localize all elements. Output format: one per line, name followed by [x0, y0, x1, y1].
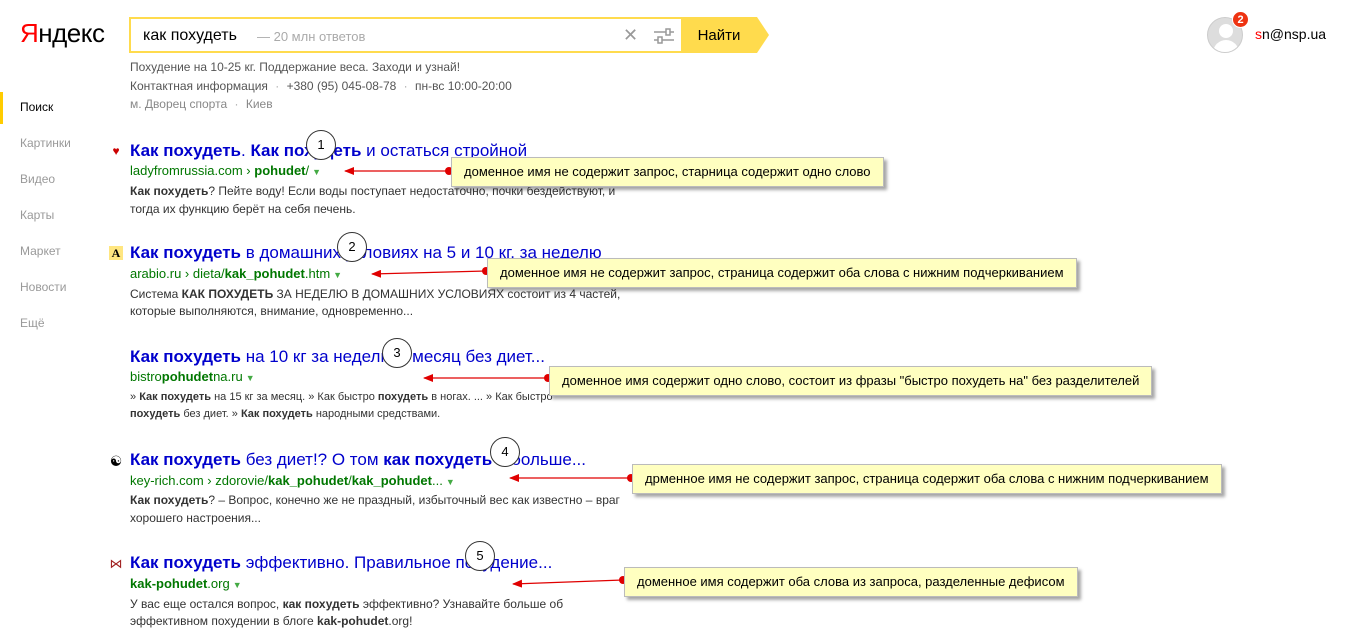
- contact-info-link[interactable]: Контактная информация: [130, 79, 268, 93]
- result-snippet: Как похудеть? – Вопрос, конечно же не пр…: [130, 493, 620, 507]
- result-url[interactable]: ladyfromrussia.com › pohudet/▼: [130, 163, 321, 178]
- annotation-number: 5: [465, 541, 495, 571]
- separator: ·: [403, 79, 408, 93]
- letter-a-icon: A: [109, 246, 123, 260]
- result-snippet: тогда их функцию берёт на себя печень.: [130, 202, 356, 216]
- annotation-number: 2: [337, 232, 367, 262]
- ad-hours: пн-вс 10:00-20:00: [415, 79, 512, 93]
- search-input[interactable]: как похудеть — 20 млн ответов ✕: [129, 17, 683, 53]
- triangle-down-icon[interactable]: ▼: [446, 477, 455, 487]
- sidebar-item-video[interactable]: Видео: [20, 172, 55, 186]
- ad-contacts: Контактная информация · +380 (95) 045-08…: [130, 79, 512, 93]
- result-title[interactable]: Как похудеть на 10 кг за неделю и месяц …: [130, 347, 545, 367]
- annotation-number: 1: [306, 130, 336, 160]
- result-url[interactable]: bistropohudetna.ru ▼: [130, 369, 255, 384]
- sidebar-item-news[interactable]: Новости: [20, 280, 66, 294]
- logo-text: ндекс: [38, 18, 105, 48]
- arrow-4: [509, 474, 635, 482]
- sliders-icon[interactable]: [653, 27, 675, 45]
- search-bar: как похудеть — 20 млн ответов ✕ Найти: [129, 17, 769, 53]
- annotation-number: 3: [382, 338, 412, 368]
- yandex-logo[interactable]: Яндекс: [20, 18, 105, 49]
- ad-city: Киев: [245, 97, 273, 111]
- result-snippet: которые выполняются, внимание, одновреме…: [130, 304, 414, 318]
- triangle-down-icon[interactable]: ▼: [233, 580, 242, 590]
- arrow-2: [371, 267, 490, 278]
- result-url[interactable]: key-rich.com › zdorovie/kak_pohudet/kak_…: [130, 473, 455, 488]
- arrow-5: [512, 576, 627, 588]
- separator: ·: [275, 79, 280, 93]
- ad-address: м. Дворец спорта · Киев: [130, 97, 273, 111]
- result-snippet: У вас еще остался вопрос, как похудеть э…: [130, 597, 564, 611]
- search-results-count: — 20 млн ответов: [257, 29, 366, 44]
- annotation-callout: доменное имя не содержит запрос, старниц…: [451, 157, 884, 187]
- result-snippet: » Как похудеть на 15 кг за месяц. » Как …: [130, 391, 553, 403]
- sidebar-item-market[interactable]: Маркет: [20, 244, 61, 258]
- yin-yang-icon: ☯: [109, 453, 123, 469]
- avatar-head: [1219, 24, 1233, 38]
- find-button-arrow[interactable]: [757, 17, 769, 53]
- heart-icon: ♥: [112, 144, 120, 158]
- avatar-body: [1213, 40, 1239, 52]
- annotation-callout: доменное имя содержит оба слова из запро…: [624, 567, 1078, 597]
- arrow-3: [423, 374, 552, 382]
- annotation-callout: дрменное имя не содержит запрос, страниц…: [632, 464, 1222, 494]
- sidebar-item-more[interactable]: Ещё: [20, 316, 45, 330]
- sidebar-item-search[interactable]: Поиск: [20, 100, 53, 114]
- login-rest: n@nsp.ua: [1262, 26, 1327, 42]
- bow-icon: ⋈: [109, 556, 123, 571]
- arrow-1: [344, 167, 453, 175]
- login-first-letter: s: [1255, 26, 1262, 42]
- close-icon[interactable]: ✕: [623, 25, 638, 46]
- result-snippet: хорошего настроения...: [130, 511, 261, 525]
- triangle-down-icon[interactable]: ▼: [246, 373, 255, 383]
- notification-badge[interactable]: 2: [1232, 11, 1249, 28]
- annotation-number: 4: [490, 437, 520, 467]
- user-login[interactable]: sn@nsp.ua: [1255, 26, 1326, 42]
- result-snippet: эффективном похудении в блоге kak-pohude…: [130, 614, 413, 628]
- result-url[interactable]: kak-pohudet.org ▼: [130, 576, 242, 591]
- sidebar-item-images[interactable]: Картинки: [20, 136, 71, 150]
- sidebar-item-maps[interactable]: Карты: [20, 208, 54, 222]
- ad-text: Похудение на 10-25 кг. Поддержание веса.…: [130, 60, 461, 74]
- separator: ·: [234, 97, 239, 111]
- annotation-callout: доменное имя не содержит запрос, страниц…: [487, 258, 1077, 288]
- search-query[interactable]: как похудеть: [143, 27, 237, 45]
- result-url[interactable]: arabio.ru › dieta/kak_pohudet.htm ▼: [130, 266, 342, 281]
- result-snippet: похудеть без диет. » Как похудеть народн…: [130, 408, 441, 420]
- find-button[interactable]: Найти: [681, 17, 757, 53]
- logo-letter: Я: [20, 18, 39, 48]
- annotation-callout: доменное имя содержит одно слово, состои…: [549, 366, 1153, 396]
- ad-phone[interactable]: +380 (95) 045-08-78: [287, 79, 397, 93]
- ad-metro: м. Дворец спорта: [130, 97, 228, 111]
- triangle-down-icon[interactable]: ▼: [333, 270, 342, 280]
- active-tab-marker: [0, 92, 3, 124]
- triangle-down-icon[interactable]: ▼: [312, 167, 321, 177]
